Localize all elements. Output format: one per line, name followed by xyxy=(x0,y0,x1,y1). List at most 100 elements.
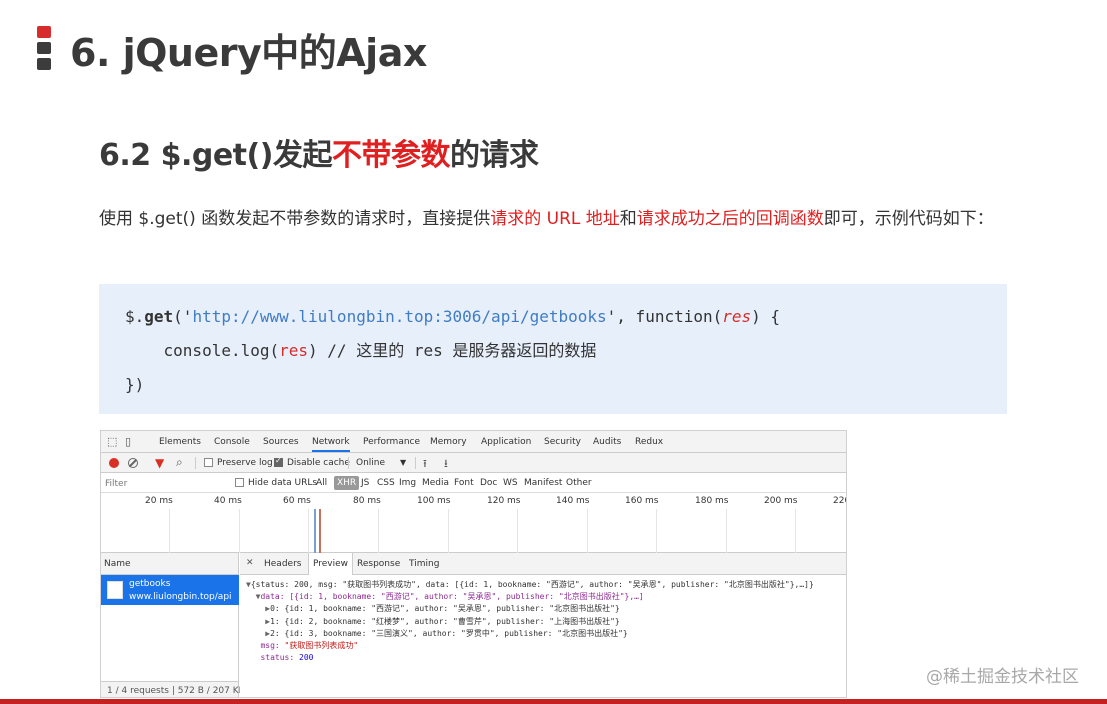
filter-icon[interactable]: ▼ xyxy=(155,456,164,470)
preview-value: "获取图书列表成功" xyxy=(284,641,359,651)
code-token: ) { xyxy=(751,307,781,326)
device-toolbar-icon[interactable]: ▯ xyxy=(125,436,137,448)
tab-security[interactable]: Security xyxy=(544,437,581,447)
filter-type-font[interactable]: Font xyxy=(454,478,474,488)
record-icon[interactable] xyxy=(109,458,119,468)
request-row[interactable]: getbooks www.liulongbin.top/api xyxy=(101,575,239,605)
tab-response[interactable]: Response xyxy=(357,559,400,569)
request-list: Name getbooks www.liulongbin.top/api 1 /… xyxy=(101,553,245,697)
code-line-1: $.get('http://www.liulongbin.top:3006/ap… xyxy=(125,300,981,334)
disable-cache-checkbox[interactable] xyxy=(274,456,283,467)
request-name: getbooks xyxy=(129,579,171,589)
detail-tab-bar: ✕ Headers Preview Response Timing xyxy=(240,553,846,575)
tab-network[interactable]: Network xyxy=(312,437,350,452)
filter-type-media[interactable]: Media xyxy=(422,478,449,488)
timeline-request-bar xyxy=(314,509,316,553)
divider xyxy=(195,457,196,469)
section-title: 6.2 $.get()发起不带参数的请求 xyxy=(99,130,539,174)
network-panel-bottom: Name getbooks www.liulongbin.top/api 1 /… xyxy=(101,553,846,697)
timeline-gridline xyxy=(795,509,796,553)
import-har-icon[interactable]: ⭱ xyxy=(423,455,427,474)
filter-type-js[interactable]: JS xyxy=(361,478,369,488)
disable-cache-label: Disable cache xyxy=(287,458,350,468)
request-detail: ✕ Headers Preview Response Timing ▼{stat… xyxy=(240,553,846,697)
code-url: http://www.liulongbin.top:3006/api/getbo… xyxy=(192,307,607,326)
tab-redux[interactable]: Redux xyxy=(635,437,663,447)
filter-type-ws[interactable]: WS xyxy=(503,478,518,488)
tab-headers[interactable]: Headers xyxy=(264,559,301,569)
section-title-part3: 的请求 xyxy=(449,138,539,173)
preview-value: 200 xyxy=(299,653,314,663)
tab-preview[interactable]: Preview xyxy=(308,553,354,575)
filter-type-css[interactable]: CSS xyxy=(377,478,395,488)
status-bar: 1 / 4 requests | 572 B / 207 KB xyxy=(101,681,245,697)
code-token: $. xyxy=(125,307,145,326)
preview-text: {status: 200, msg: "获取图书列表成功", data: [{i… xyxy=(250,580,814,589)
preview-line: status: 200 xyxy=(246,652,814,664)
network-timeline[interactable]: 20 ms 40 ms 60 ms 80 ms 100 ms 120 ms 14… xyxy=(101,493,846,553)
timeline-gridline xyxy=(656,509,657,553)
tab-elements[interactable]: Elements xyxy=(159,437,201,447)
preserve-log-label: Preserve log xyxy=(217,458,273,468)
devtools-screenshot: ⬚ ▯ Elements Console Sources Network Per… xyxy=(100,430,847,698)
desc-highlight-callback: 请求成功之后的回调函数 xyxy=(636,209,824,229)
timeline-gridline xyxy=(726,509,727,553)
preview-line[interactable]: ▼{status: 200, msg: "获取图书列表成功", data: [{… xyxy=(246,579,814,591)
tab-sources[interactable]: Sources xyxy=(263,437,299,447)
filter-type-doc[interactable]: Doc xyxy=(480,478,497,488)
code-block: $.get('http://www.liulongbin.top:3006/ap… xyxy=(99,284,1007,414)
code-line-3: }) xyxy=(125,375,145,394)
bottom-accent-rule xyxy=(0,699,1107,704)
tab-timing[interactable]: Timing xyxy=(409,559,439,569)
name-column-header[interactable]: Name xyxy=(101,553,238,575)
devtools-tab-bar: ⬚ ▯ Elements Console Sources Network Per… xyxy=(101,431,846,453)
filter-type-other[interactable]: Other xyxy=(566,478,592,488)
search-icon[interactable]: ⌕ xyxy=(176,455,183,470)
tab-memory[interactable]: Memory xyxy=(430,437,467,447)
preview-line[interactable]: ▼data: [{id: 1, bookname: "西游记", author:… xyxy=(246,591,814,603)
tab-console[interactable]: Console xyxy=(214,437,250,447)
code-var: res xyxy=(279,341,309,360)
timeline-tick-label: 180 ms xyxy=(695,496,729,506)
preview-text: 2: {id: 3, bookname: "三国演义", author: "罗贯… xyxy=(270,628,628,638)
slide-title-icon xyxy=(37,26,51,72)
close-icon[interactable]: ✕ xyxy=(246,558,254,568)
hide-data-urls-checkbox[interactable] xyxy=(235,478,244,487)
code-token: ', function( xyxy=(606,307,723,326)
timeline-tick-label: 20 ms xyxy=(145,496,173,506)
timeline-gridline xyxy=(169,509,170,553)
inspect-element-icon[interactable]: ⬚ xyxy=(107,436,119,448)
timeline-gridline xyxy=(239,509,240,553)
filter-type-manifest[interactable]: Manifest xyxy=(524,478,562,488)
network-toolbar: ▼ ⌕ Preserve log Disable cache Online ▼ … xyxy=(101,453,846,473)
document-icon xyxy=(107,581,123,599)
timeline-gridline xyxy=(587,509,588,553)
json-preview: ▼{status: 200, msg: "获取图书列表成功", data: [{… xyxy=(246,579,814,664)
code-line-2: console.log(res) // 这里的 res 是服务器返回的数据 xyxy=(125,334,981,368)
preview-line[interactable]: ▶1: {id: 2, bookname: "红楼梦", author: "曹雪… xyxy=(246,616,814,628)
preview-text: 1: {id: 2, bookname: "红楼梦", author: "曹雪芹… xyxy=(270,616,620,626)
code-token: (' xyxy=(173,307,193,326)
preview-line[interactable]: ▶2: {id: 3, bookname: "三国演义", author: "罗… xyxy=(246,628,814,640)
section-title-highlight: 不带参数 xyxy=(331,138,451,173)
clear-icon[interactable] xyxy=(128,458,138,468)
filter-type-all[interactable]: All xyxy=(316,478,327,488)
code-token: get xyxy=(144,307,174,326)
preserve-log-checkbox[interactable] xyxy=(204,458,213,467)
export-har-icon[interactable]: ⭳ xyxy=(444,455,448,474)
timeline-tick-label: 60 ms xyxy=(283,496,311,506)
tab-application[interactable]: Application xyxy=(481,437,531,447)
filter-input[interactable] xyxy=(105,477,225,490)
watermark: @稀土掘金技术社区 xyxy=(926,667,1079,687)
preview-line[interactable]: ▶0: {id: 1, bookname: "西游记", author: "吴承… xyxy=(246,603,814,615)
timeline-request-bar xyxy=(319,509,321,553)
filter-type-xhr[interactable]: XHR xyxy=(334,476,360,490)
request-url: www.liulongbin.top/api xyxy=(129,592,232,602)
filter-type-img[interactable]: Img xyxy=(399,478,416,488)
timeline-gridline xyxy=(308,509,309,553)
throttle-select[interactable]: Online xyxy=(356,458,385,468)
chevron-down-icon[interactable]: ▼ xyxy=(400,458,406,467)
tab-audits[interactable]: Audits xyxy=(593,437,621,447)
timeline-tick-label: 220 xyxy=(833,496,846,506)
tab-performance[interactable]: Performance xyxy=(363,437,420,447)
